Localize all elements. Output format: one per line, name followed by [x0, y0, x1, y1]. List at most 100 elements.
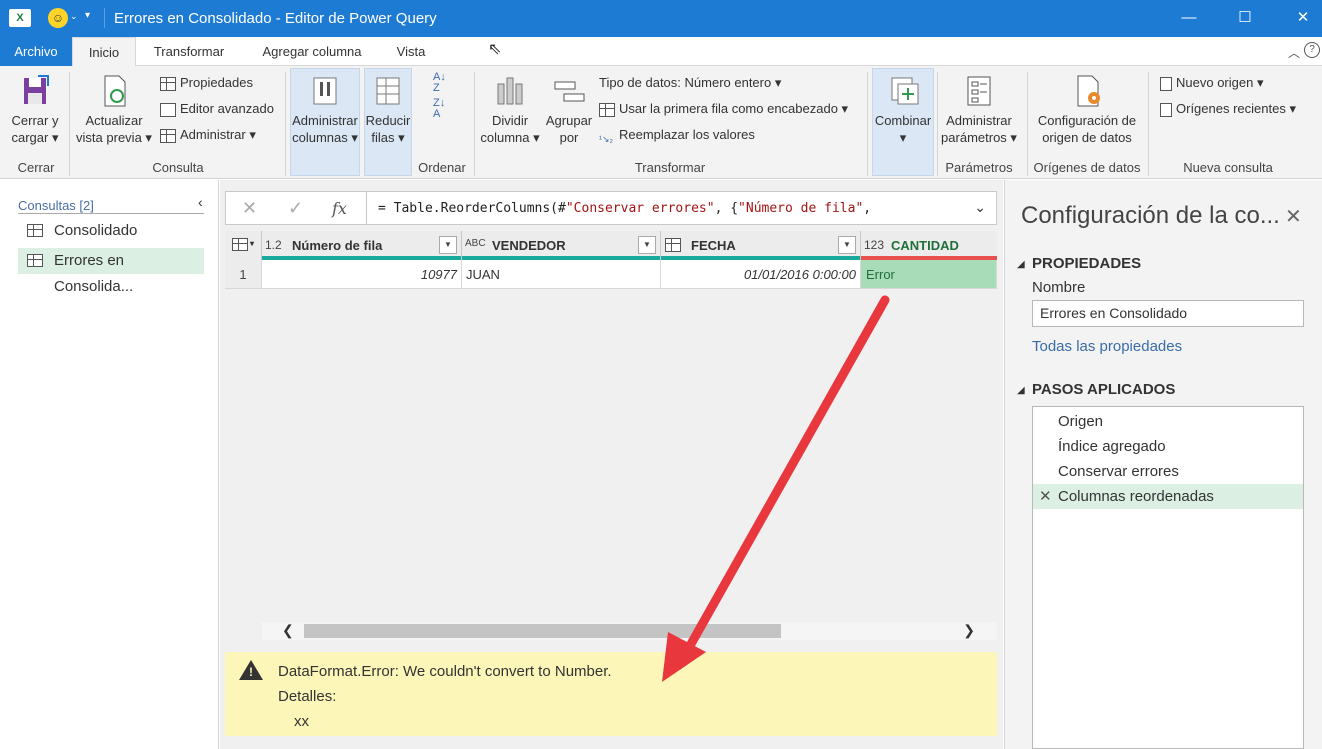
query-item-consolidado[interactable]: Consolidado: [18, 218, 204, 244]
collapse-properties-icon[interactable]: ◢: [1017, 259, 1025, 270]
step-item[interactable]: Conservar errores: [1033, 459, 1303, 484]
scrollbar-thumb[interactable]: [304, 624, 781, 638]
confirm-formula-icon[interactable]: ✓: [288, 198, 303, 219]
delete-step-icon[interactable]: ✕: [1039, 484, 1052, 509]
combinar-button[interactable]: Combinar ▾: [872, 74, 934, 146]
cerrar-cargar-button[interactable]: Cerrar y cargar ▾: [6, 74, 64, 146]
table-cell[interactable]: JUAN: [462, 260, 661, 289]
table-cell[interactable]: 01/01/2016 0:00:00: [661, 260, 861, 289]
reemplazar-valores-button[interactable]: ¹↘₂ Reemplazar los valores: [599, 125, 755, 145]
dividir-columna-button[interactable]: Dividir columna ▾: [478, 74, 542, 146]
smiley-feedback-icon[interactable]: ☺: [48, 8, 68, 28]
collapse-ribbon-icon[interactable]: ︿: [1288, 44, 1300, 61]
reducir-label-2: filas ▾: [371, 130, 405, 145]
column-header-vendedor[interactable]: ABC VENDEDOR ▼: [462, 231, 661, 260]
nuevo-origen-button[interactable]: Nuevo origen ▾: [1160, 73, 1263, 93]
horizontal-scrollbar[interactable]: ❮ ❯: [262, 622, 997, 640]
table-cell[interactable]: 10977: [262, 260, 462, 289]
collapse-steps-icon[interactable]: ◢: [1017, 385, 1025, 396]
ribbon: Cerrar y cargar ▾ Cerrar Actualizar vist…: [0, 66, 1322, 179]
expand-formula-icon[interactable]: ⌄: [974, 199, 986, 216]
close-button[interactable]: ✕: [1288, 6, 1318, 30]
tipo-datos-dropdown[interactable]: Tipo de datos: Número entero ▾: [599, 73, 781, 93]
cancel-formula-icon[interactable]: ✕: [242, 198, 257, 219]
error-cell[interactable]: Error: [861, 260, 997, 289]
tab-vista[interactable]: Vista: [384, 37, 438, 66]
query-item-errores[interactable]: Errores en Consolida...: [18, 248, 204, 295]
tab-inicio[interactable]: Inicio: [72, 37, 136, 67]
step-item[interactable]: Índice agregado: [1033, 434, 1303, 459]
column-header-fecha[interactable]: FECHA ▼: [661, 231, 861, 260]
cerrar-cargar-label-2: cargar ▾: [11, 130, 59, 145]
queries-pane: Consultas [2] ‹ Consolidado Errores en C…: [0, 180, 219, 749]
origenes-recientes-button[interactable]: Orígenes recientes ▾: [1160, 99, 1296, 119]
scroll-right-icon[interactable]: ❯: [963, 622, 975, 639]
config-label-2: origen de datos: [1042, 130, 1132, 145]
administrar-button[interactable]: Administrar ▾: [160, 125, 256, 145]
decimal-type-icon[interactable]: 1.2: [265, 238, 282, 252]
collapse-queries-icon[interactable]: ‹: [198, 194, 203, 210]
column-header-numero-fila[interactable]: 1.2 Número de fila ▼: [262, 231, 462, 260]
close-settings-icon[interactable]: ✕: [1285, 204, 1302, 229]
manage-icon: [160, 128, 176, 143]
all-properties-link[interactable]: Todas las propiedades: [1032, 338, 1182, 355]
agrupar-por-button[interactable]: Agrupar por: [543, 74, 595, 146]
step-label: Columnas reordenadas: [1058, 488, 1214, 505]
step-item-selected[interactable]: ✕ Columnas reordenadas: [1033, 484, 1303, 509]
customize-quick-access-icon[interactable]: ▾: [85, 10, 90, 21]
configuracion-origen-button[interactable]: Configuración de origen de datos: [1030, 74, 1144, 146]
column-name: Número de fila: [292, 238, 383, 253]
sort-descending-button[interactable]: Z↓ A: [433, 98, 445, 120]
combine-icon: [886, 74, 920, 108]
datetime-type-icon[interactable]: [665, 238, 681, 252]
properties-icon: [160, 76, 176, 91]
whole-number-type-icon[interactable]: 123: [864, 238, 884, 252]
sort-descending-icon: Z↓ A: [433, 97, 446, 120]
filter-dropdown-button[interactable]: ▼: [838, 236, 856, 254]
row-number[interactable]: 1: [225, 260, 262, 289]
table-menu-button[interactable]: ▾: [225, 231, 262, 260]
editor-avanzado-button[interactable]: Editor avanzado: [160, 99, 274, 119]
chevron-down-icon: ▾: [250, 239, 255, 248]
applied-steps-list: Origen Índice agregado Conservar errores…: [1032, 406, 1304, 749]
actualizar-label-2: vista previa ▾: [76, 130, 152, 145]
tab-agregar-columna[interactable]: Agregar columna: [250, 37, 374, 66]
ribbon-separator: [867, 72, 868, 176]
formula-string-1: "Conservar errores": [565, 201, 715, 216]
query-settings-pane: Configuración de la co... ✕ ◢ PROPIEDADE…: [1004, 180, 1322, 749]
help-icon[interactable]: ?: [1304, 42, 1320, 58]
fx-icon[interactable]: fx: [332, 199, 347, 218]
filter-dropdown-button[interactable]: ▼: [439, 236, 457, 254]
query-label: Consolidado: [54, 222, 138, 239]
main-area: ✕ ✓ fx = Table.ReorderColumns(#"Conserva…: [220, 180, 1003, 749]
minimize-button[interactable]: —: [1174, 6, 1204, 30]
ribbon-separator: [1148, 72, 1149, 176]
maximize-button[interactable]: ☐: [1230, 6, 1260, 30]
reducir-filas-button[interactable]: Reducir filas ▾: [364, 74, 412, 146]
primera-fila-encabezado-button[interactable]: Usar la primera fila como encabezado ▾: [599, 99, 848, 119]
administrar-label: Administrar: [180, 127, 246, 142]
scroll-left-icon[interactable]: ❮: [282, 622, 294, 639]
editor-avanzado-label: Editor avanzado: [180, 101, 274, 116]
query-name-input[interactable]: Errores en Consolidado: [1032, 300, 1304, 327]
actualizar-vista-previa-button[interactable]: Actualizar vista previa ▾: [72, 74, 156, 146]
text-type-icon[interactable]: ABC: [465, 238, 486, 249]
step-item[interactable]: Origen: [1033, 409, 1303, 434]
error-message: DataFormat.Error: We couldn't convert to…: [278, 663, 612, 680]
admin-param-label-1: Administrar: [946, 113, 1012, 128]
filter-dropdown-button[interactable]: ▼: [638, 236, 656, 254]
administrar-parametros-button[interactable]: Administrar parámetros ▾: [939, 74, 1019, 146]
column-header-cantidad[interactable]: 123 CANTIDAD: [861, 231, 997, 260]
replace-values-icon: ¹↘₂: [599, 133, 614, 144]
data-source-settings-icon: [1070, 74, 1104, 108]
agrupar-label-1: Agrupar: [545, 113, 593, 128]
formula-input[interactable]: = Table.ReorderColumns(#"Conservar error…: [378, 201, 871, 216]
chevron-down-icon[interactable]: ⌄: [70, 11, 78, 22]
nombre-label: Nombre: [1032, 279, 1086, 296]
ribbon-separator: [937, 72, 938, 176]
tab-transformar[interactable]: Transformar: [140, 37, 238, 66]
tab-archivo[interactable]: Archivo: [0, 37, 72, 66]
sort-ascending-button[interactable]: A↓ Z: [433, 72, 446, 94]
propiedades-button[interactable]: Propiedades: [160, 73, 253, 93]
administrar-columnas-button[interactable]: Administrar columnas ▾: [290, 74, 360, 146]
